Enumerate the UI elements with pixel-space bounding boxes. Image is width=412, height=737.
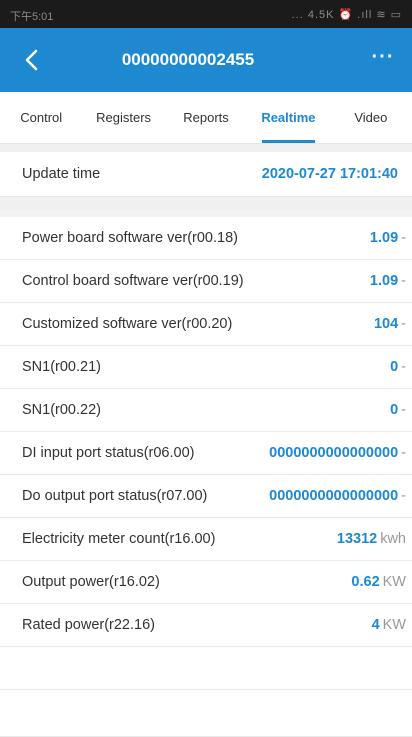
tab-realtime[interactable]: Realtime bbox=[247, 92, 329, 143]
value-number: 0.62 bbox=[351, 574, 380, 590]
row-label: Rated power(r22.16) bbox=[22, 617, 155, 633]
update-time-row: Update time 2020-07-27 17:01:40 bbox=[0, 152, 412, 197]
value-number: 4 bbox=[371, 617, 380, 633]
list-item: Rated power(r22.16) 4 KW bbox=[0, 604, 412, 647]
row-label: Do output port status(r07.00) bbox=[22, 488, 208, 504]
list-item bbox=[0, 647, 412, 690]
row-value: 0.62 KW bbox=[351, 574, 406, 590]
page-title: 00000000002455 bbox=[121, 50, 255, 69]
list-item bbox=[0, 690, 412, 737]
value-unit: - bbox=[401, 359, 406, 375]
list-item: Output power(r16.02) 0.62 KW bbox=[0, 561, 412, 604]
value-number: 1.09 bbox=[369, 230, 399, 246]
status-time: 下午5:01 bbox=[10, 11, 54, 23]
status-icons: ... 4.5K ⏰ .ıll ≋ ▭ bbox=[291, 9, 402, 21]
row-label: SN1(r00.22) bbox=[22, 402, 101, 418]
row-value: 104- bbox=[374, 316, 406, 332]
tab-registers[interactable]: Registers bbox=[82, 92, 164, 143]
list-item: DI input port status(r06.00) 00000000000… bbox=[0, 432, 412, 475]
row-value: 0000000000000000- bbox=[269, 445, 406, 461]
status-bar: 下午5:01 ... 4.5K ⏰ .ıll ≋ ▭ bbox=[0, 0, 412, 28]
section-divider bbox=[0, 144, 412, 152]
row-value: 1.09- bbox=[370, 273, 406, 289]
value-unit: kwh bbox=[380, 531, 406, 547]
value-number: 0 bbox=[390, 359, 399, 375]
update-time-value: 2020-07-27 17:01:40 bbox=[261, 166, 398, 182]
update-time-label: Update time bbox=[22, 166, 101, 182]
tab-control[interactable]: Control bbox=[0, 92, 82, 143]
tab-reports[interactable]: Reports bbox=[165, 92, 247, 143]
row-value: 13312 kwh bbox=[337, 531, 406, 547]
row-value: 0- bbox=[390, 402, 406, 418]
list-item: Customized software ver(r00.20) 104- bbox=[0, 303, 412, 346]
value-unit: - bbox=[401, 445, 406, 461]
list-item: SN1(r00.22) 0- bbox=[0, 389, 412, 432]
row-label: Power board software ver(r00.18) bbox=[22, 230, 238, 246]
row-value: 1.09- bbox=[370, 230, 406, 246]
value-number: 1.09 bbox=[369, 273, 399, 289]
list-item: Do output port status(r07.00) 0000000000… bbox=[0, 475, 412, 518]
app-bar: 00000000002455 ··· bbox=[0, 28, 412, 92]
value-number: 0000000000000000 bbox=[269, 488, 399, 504]
value-unit: - bbox=[401, 402, 406, 418]
value-unit: KW bbox=[382, 617, 406, 633]
value-number: 0000000000000000 bbox=[269, 445, 399, 461]
list-item: Power board software ver(r00.18) 1.09- bbox=[0, 217, 412, 260]
value-number: 13312 bbox=[336, 531, 378, 547]
value-unit: - bbox=[401, 316, 406, 332]
list-item: Control board software ver(r00.19) 1.09- bbox=[0, 260, 412, 303]
row-label: Output power(r16.02) bbox=[22, 574, 160, 590]
value-number: 0 bbox=[390, 402, 399, 418]
value-number: 104 bbox=[373, 316, 399, 332]
tab-video[interactable]: Video bbox=[330, 92, 412, 143]
value-unit: - bbox=[401, 488, 406, 504]
row-label: DI input port status(r06.00) bbox=[22, 445, 195, 461]
row-label: SN1(r00.21) bbox=[22, 359, 101, 375]
more-menu-button[interactable]: ··· bbox=[368, 46, 398, 74]
value-unit: - bbox=[401, 230, 406, 246]
tab-bar: Control Registers Reports Realtime Video bbox=[0, 92, 412, 144]
row-value: 0000000000000000- bbox=[269, 488, 406, 504]
list-item: Electricity meter count(r16.00) 13312 kwh bbox=[0, 518, 412, 561]
value-unit: - bbox=[401, 273, 406, 289]
row-label: Control board software ver(r00.19) bbox=[22, 273, 244, 289]
row-label: Electricity meter count(r16.00) bbox=[22, 531, 216, 547]
value-unit: KW bbox=[382, 574, 406, 590]
section-divider bbox=[0, 197, 412, 210]
row-value: 4 KW bbox=[372, 617, 406, 633]
row-value: 0- bbox=[390, 359, 406, 375]
row-label: Customized software ver(r00.20) bbox=[22, 316, 233, 332]
list-item: SN1(r00.21) 0- bbox=[0, 346, 412, 389]
